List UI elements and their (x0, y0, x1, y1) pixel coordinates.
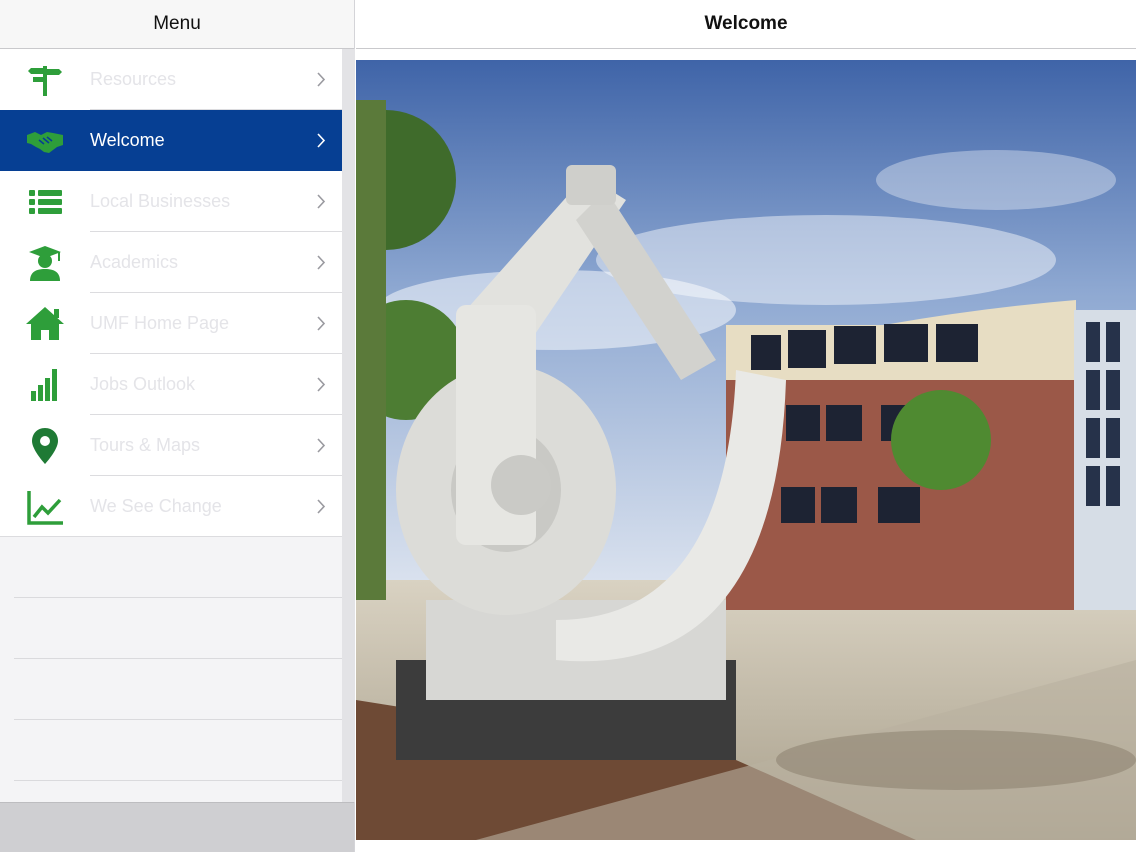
sidebar-item-label: Resources (90, 69, 177, 89)
chevron-right-icon (316, 194, 342, 209)
sidebar-item-jobs-outlook[interactable]: Jobs Outlook (0, 354, 342, 415)
sidebar-item-welcome[interactable]: Welcome (0, 110, 342, 171)
sidebar-item-academics[interactable]: Academics (0, 232, 342, 293)
sidebar-item-label: Jobs Outlook (90, 374, 196, 394)
sidebar-footer (0, 802, 354, 852)
sidebar-item-label: Academics (90, 252, 179, 272)
sidebar-empty-rows (0, 537, 342, 781)
campus-sculpture-photo (356, 60, 1136, 840)
line-chart-icon (0, 476, 90, 537)
sidebar-item-resources[interactable]: Resources (0, 49, 342, 110)
chevron-right-icon (316, 438, 342, 453)
sidebar-title: Menu (153, 13, 201, 34)
chevron-right-icon (316, 316, 342, 331)
main-header: Welcome (356, 0, 1136, 49)
graduate-icon (0, 232, 90, 293)
sidebar-header: Menu (0, 0, 354, 49)
sidebar-item-umf-home-page[interactable]: UMF Home Page (0, 293, 342, 354)
sidebar-item-tours-maps[interactable]: Tours & Maps (0, 415, 342, 476)
chevron-right-icon (316, 133, 342, 148)
chevron-right-icon (316, 72, 342, 87)
page-title: Welcome (704, 13, 788, 34)
sidebar-item-label: Local Businesses (90, 191, 231, 211)
sidebar-item-label: We See Change (90, 496, 222, 516)
chevron-right-icon (316, 255, 342, 270)
sidebar-item-local-businesses[interactable]: Local Businesses (0, 171, 342, 232)
map-pin-icon (0, 415, 90, 476)
bar-signal-icon (0, 354, 90, 415)
sidebar-item-we-see-change[interactable]: We See Change (0, 476, 342, 537)
signpost-icon (0, 49, 90, 110)
chevron-right-icon (316, 377, 342, 392)
list-icon (0, 171, 90, 232)
sidebar-item-label: Welcome (90, 130, 165, 150)
sidebar: Menu Resources Welcome Local Businesses (0, 0, 355, 852)
handshake-icon (0, 110, 90, 171)
sidebar-item-label: UMF Home Page (90, 313, 230, 333)
sidebar-item-label: Tours & Maps (90, 435, 201, 455)
sidebar-scrollbar[interactable] (342, 49, 355, 802)
chevron-right-icon (316, 499, 342, 514)
sidebar-menu: Resources Welcome Local Businesses Acade… (0, 49, 342, 537)
home-icon (0, 293, 90, 354)
